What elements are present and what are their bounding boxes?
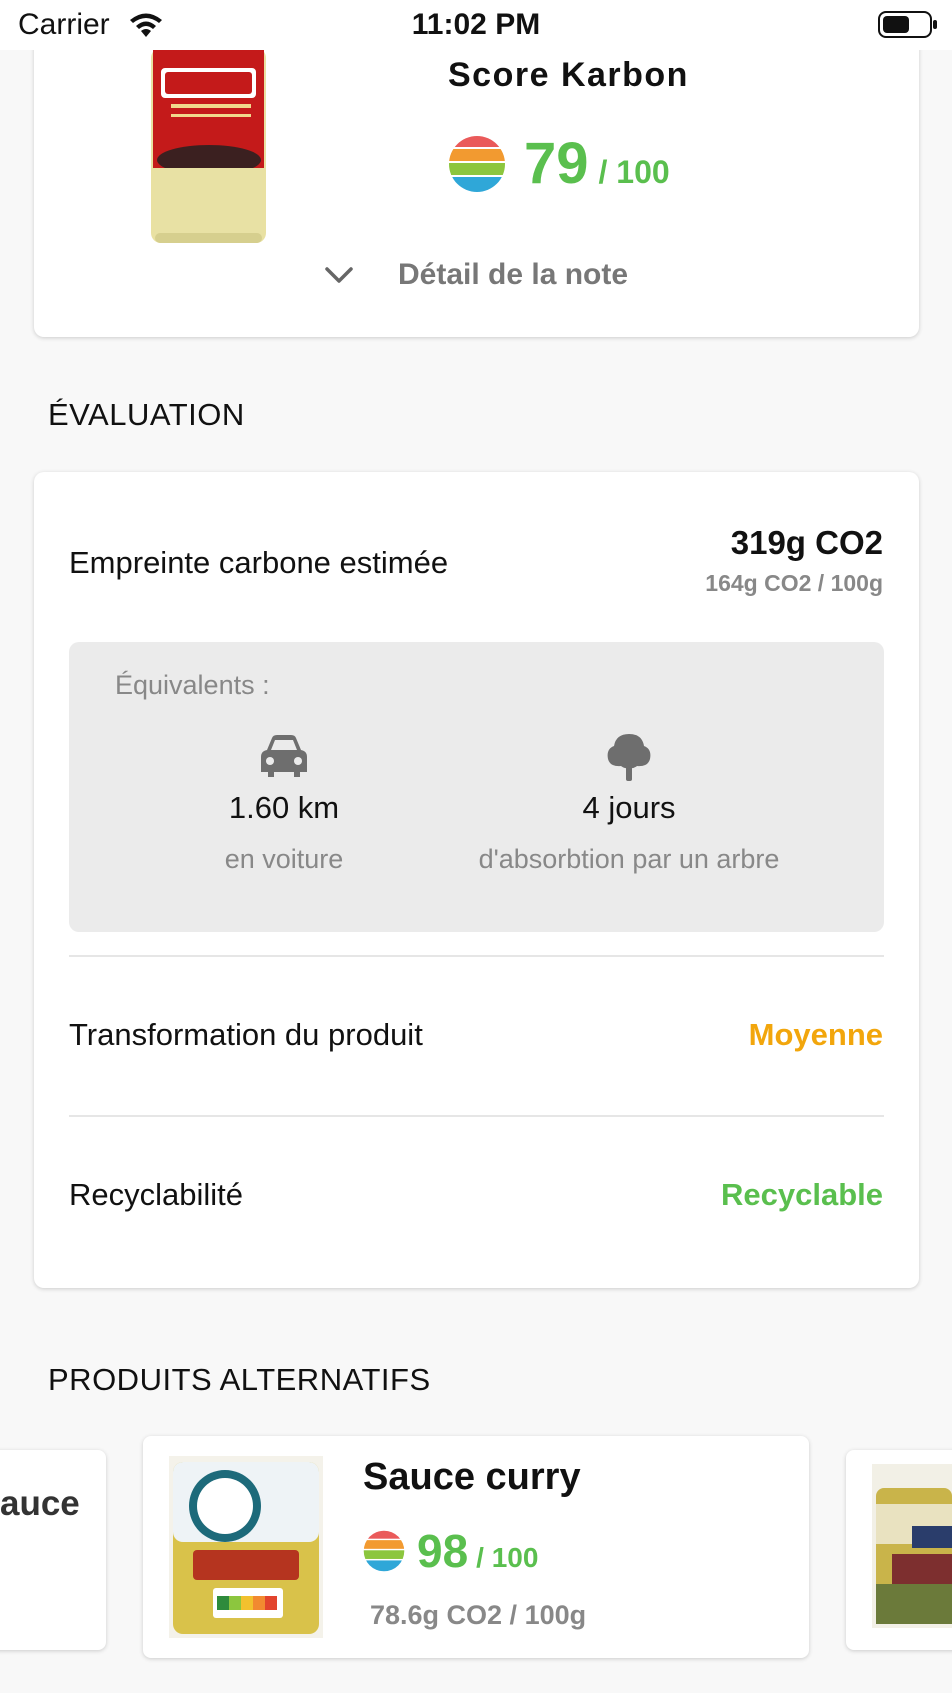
equivalents-title: Équivalents : [115,670,270,700]
recyclability-label: Recyclabilité [69,1177,244,1212]
carbon-per-100g: 164g CO2 / 100g [705,570,883,596]
score-detail-toggle[interactable]: Détail de la note [324,258,628,292]
battery-icon [878,11,937,38]
car-icon [261,735,307,777]
clock: 11:02 PM [411,8,541,41]
transformation-value: Moyenne [748,1017,883,1052]
equivalent-car: 1.60 km en voiture [199,732,369,875]
tree-days-value: 4 jours [582,790,676,825]
score-value: 79 [524,131,589,196]
alternative-name: Sauce curry [363,1456,581,1498]
carbon-footprint-values: 319g CO2 164g CO2 / 100g [705,524,883,597]
alternative-score-value: 98 [417,1525,469,1577]
equivalents-box: Équivalents : 1.60 km en voiture 4 jours… [69,642,884,932]
divider [69,955,884,957]
car-distance-label: en voiture [224,844,344,874]
alternative-score-row: 98 / 100 [363,1524,538,1578]
car-distance-value: 1.60 km [228,790,340,825]
alternative-card-partial-left[interactable]: auce [0,1450,106,1650]
divider [69,1115,884,1117]
product-score-card: Score Karbon 79 / 100 Détail de la note [34,30,919,337]
status-bar: Carrier 11:02 PM [0,0,952,50]
transformation-label: Transformation du produit [69,1017,423,1052]
alternative-score-max: / 100 [476,1542,539,1573]
alternative-name-partial: auce [0,1484,80,1523]
tree-icon [607,734,651,781]
karbon-logo-icon [449,135,505,192]
detail-label: Détail de la note [398,258,629,291]
tree-days-label: d'absorbtion par un arbre [478,844,780,874]
karbon-logo-icon [363,1530,405,1572]
score-row: 79 / 100 [448,130,670,197]
evaluation-heading: ÉVALUATION [48,397,245,432]
score-max: / 100 [598,154,670,190]
carbon-footprint-value: 319g CO2 [730,524,883,561]
alternative-product-image [169,1456,323,1638]
score-title: Score Karbon [448,56,689,94]
equivalent-tree: 4 jours d'absorbtion par un arbre [459,732,799,875]
recyclability-value: Recyclable [721,1177,883,1212]
alternative-carbon: 78.6g CO2 / 100g [370,1600,587,1630]
carbon-footprint-label: Empreinte carbone estimée [69,545,449,580]
product-image [151,48,266,243]
alternative-product-image-partial [872,1464,952,1628]
chevron-down-icon [325,267,353,283]
alternative-card[interactable]: Sauce curry 98 / 100 78.6g CO2 / 100g [143,1436,809,1658]
alternative-card-partial-right[interactable] [846,1450,952,1650]
alternatives-heading: PRODUITS ALTERNATIFS [48,1362,431,1397]
evaluation-card: Empreinte carbone estimée 319g CO2 164g … [34,472,919,1288]
